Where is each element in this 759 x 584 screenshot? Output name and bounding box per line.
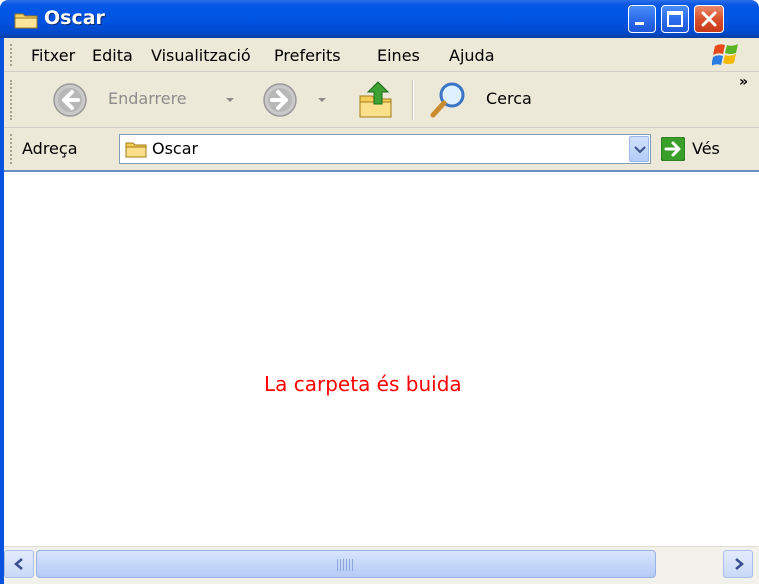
back-dropdown-arrow-icon[interactable]: [226, 98, 234, 103]
windows-logo-icon: [712, 44, 738, 66]
minimize-button[interactable]: [628, 5, 656, 33]
menubar-grip[interactable]: [10, 44, 15, 66]
toolbar-more-chevron[interactable]: »: [739, 74, 748, 90]
maximize-button[interactable]: [661, 5, 689, 33]
folder-icon: [14, 13, 38, 29]
scroll-left-button[interactable]: [4, 550, 34, 578]
forward-dropdown-arrow-icon[interactable]: [318, 98, 326, 103]
empty-folder-message: La carpeta és buida: [264, 372, 462, 396]
title-bar[interactable]: Oscar: [0, 0, 759, 38]
toolbar-grip[interactable]: [10, 80, 15, 120]
chevron-left-icon: [14, 558, 23, 570]
scroll-right-button[interactable]: [723, 550, 753, 578]
menu-eines[interactable]: Eines: [377, 46, 420, 65]
up-folder-icon[interactable]: [356, 78, 396, 120]
horizontal-scrollbar[interactable]: [4, 546, 759, 584]
menu-bar: Fitxer Edita Visualització Preferits Ein…: [4, 38, 759, 72]
folder-icon: [125, 142, 147, 158]
chevron-right-icon: [735, 558, 744, 570]
folder-content-area[interactable]: La carpeta és buida: [4, 172, 759, 546]
address-value[interactable]: Oscar: [152, 139, 198, 158]
menu-preferits[interactable]: Preferits: [274, 46, 341, 65]
address-field[interactable]: Oscar: [119, 134, 651, 164]
addressbar-grip[interactable]: [10, 134, 15, 164]
back-arrow-icon[interactable]: [52, 82, 88, 118]
go-arrow-icon[interactable]: [661, 137, 685, 161]
scroll-thumb[interactable]: [36, 550, 656, 578]
address-bar: Adreça Oscar Vés: [4, 128, 759, 170]
scroll-thumb-grip: [337, 559, 355, 571]
address-dropdown-button[interactable]: [629, 136, 649, 162]
menu-edita[interactable]: Edita: [92, 46, 133, 65]
go-button-label[interactable]: Vés: [692, 139, 720, 158]
back-button-label[interactable]: Endarrere: [108, 89, 187, 108]
search-button-label[interactable]: Cerca: [486, 89, 532, 108]
forward-arrow-icon[interactable]: [262, 82, 298, 118]
chevron-down-icon: [634, 146, 646, 154]
standard-toolbar: Endarrere Cerca »: [4, 72, 759, 128]
search-icon[interactable]: [428, 80, 468, 120]
minimize-icon: [635, 22, 644, 25]
close-icon: [701, 11, 717, 27]
menu-ajuda[interactable]: Ajuda: [449, 46, 495, 65]
window-title: Oscar: [44, 7, 105, 29]
menu-visualitzacio[interactable]: Visualització: [151, 46, 251, 65]
explorer-window: Oscar Fitxer Edita Visualització Preferi…: [0, 0, 759, 584]
menu-fitxer[interactable]: Fitxer: [31, 46, 75, 65]
toolbar-separator: [412, 80, 414, 120]
maximize-icon: [667, 11, 683, 27]
address-label: Adreça: [22, 139, 78, 158]
close-button[interactable]: [694, 5, 724, 33]
